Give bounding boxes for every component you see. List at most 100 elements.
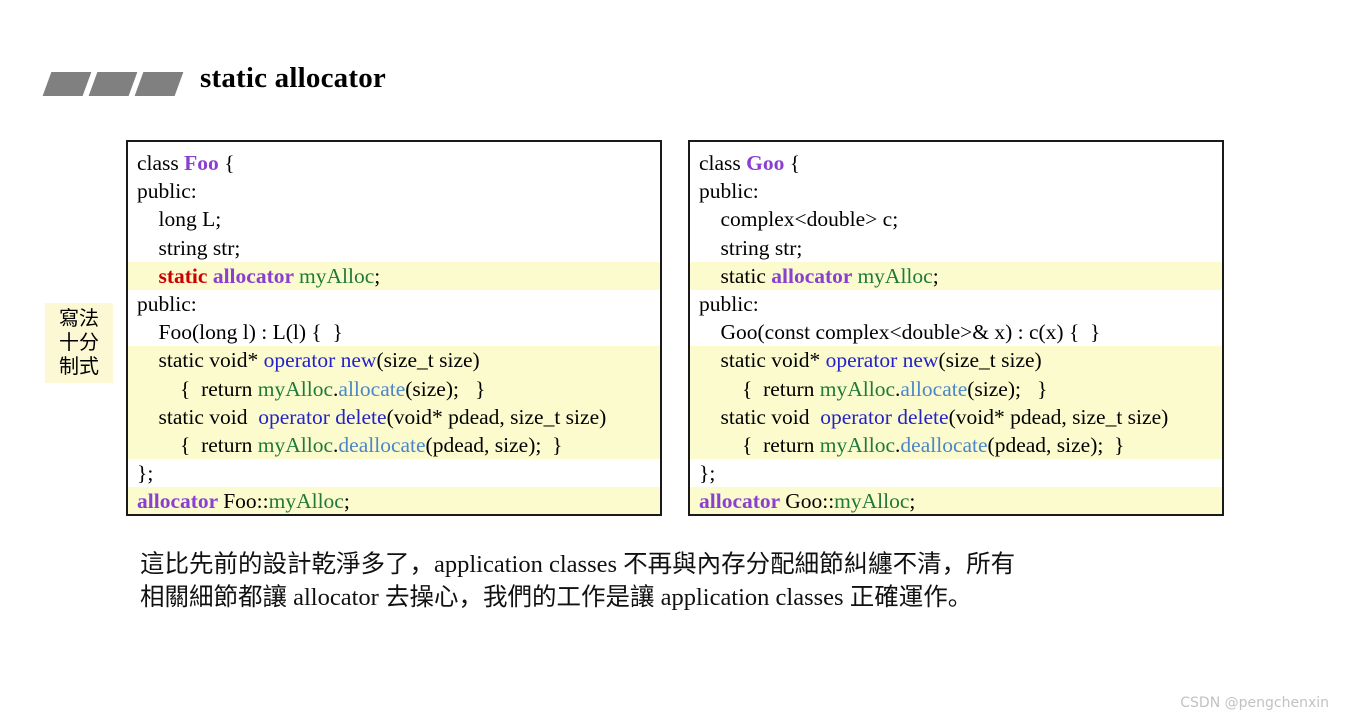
code-token: {	[218, 151, 235, 175]
code-token: allocator	[137, 489, 224, 514]
code-token: (void* pdead, size_t size)	[948, 404, 1169, 429]
caption-paragraph: 這比先前的設計乾淨多了，application classes 不再與內存分配細…	[140, 548, 1260, 614]
side-annotation-line-1: 寫法	[59, 306, 99, 330]
caption-line-1: 這比先前的設計乾淨多了，application classes 不再與內存分配細…	[140, 551, 1016, 578]
code-token: static	[720, 263, 772, 288]
code-token: { return	[180, 432, 258, 457]
code-line: class Foo {	[128, 149, 660, 177]
code-line: static allocator myAlloc;	[128, 261, 660, 290]
code-line: Foo(long l) : L(l) { }	[128, 318, 660, 346]
code-token: { return	[742, 376, 820, 401]
code-line: static void operator delete(void* pdead,…	[690, 402, 1222, 431]
caption-line-2: 相關細節都讓 allocator 去操心，我們的工作是讓 application…	[140, 584, 973, 611]
code-lines-goo: class Goo {public: complex<double> c; st…	[690, 142, 1222, 514]
code-token: deallocate	[338, 432, 426, 457]
side-annotation-box: 寫法 十分 制式	[45, 303, 113, 383]
code-token: operator delete	[820, 404, 949, 429]
code-token: static void	[720, 404, 821, 429]
watermark: CSDN @pengchenxin	[1180, 695, 1329, 711]
code-token: { return	[180, 376, 258, 401]
code-lines-foo: class Foo {public: long L; string str; s…	[128, 142, 660, 514]
page-title: static allocator	[200, 62, 386, 94]
parallelogram-mark-3	[134, 72, 184, 96]
code-token: {	[784, 151, 801, 175]
parallelogram-mark-1	[42, 72, 92, 96]
code-line: { return myAlloc.deallocate(pdead, size)…	[690, 430, 1222, 460]
code-line: public:	[690, 177, 1222, 205]
code-line: Goo(const complex<double>& x) : c(x) { }	[690, 318, 1222, 346]
code-token: };	[699, 461, 716, 486]
code-token: };	[137, 461, 154, 486]
code-token: myAlloc	[819, 376, 896, 401]
code-token: complex<double> c;	[720, 207, 899, 232]
code-token: Foo::	[223, 489, 269, 514]
code-line: { return myAlloc.allocate(size); }	[128, 374, 660, 403]
code-token: static void*	[720, 348, 826, 373]
code-token: myAlloc	[257, 376, 334, 401]
code-token: (size_t size)	[376, 348, 480, 373]
code-line: { return myAlloc.deallocate(pdead, size)…	[128, 430, 660, 460]
code-token: { return	[742, 432, 820, 457]
code-line: static void operator delete(void* pdead,…	[128, 402, 660, 431]
code-token: deallocate	[900, 432, 988, 457]
code-token: class	[699, 151, 747, 175]
code-token: static void*	[158, 348, 264, 373]
code-token: allocator	[699, 489, 786, 514]
code-token: myAlloc	[834, 489, 910, 514]
code-token: myAlloc	[257, 432, 334, 457]
code-token: public:	[137, 179, 197, 204]
code-line: };	[128, 459, 660, 487]
code-token: allocate	[900, 376, 968, 401]
code-line: public:	[128, 290, 660, 318]
code-panel-foo: class Foo {public: long L; string str; s…	[126, 140, 662, 516]
code-token: static	[158, 263, 213, 288]
code-line: static void* operator new(size_t size)	[128, 346, 660, 375]
side-annotation-line-2: 十分	[59, 330, 99, 354]
code-token: operator delete	[258, 404, 387, 429]
code-token: allocator	[771, 263, 858, 288]
code-line: { return myAlloc.allocate(size); }	[690, 374, 1222, 403]
code-token: (pdead, size); }	[425, 432, 563, 457]
code-token: allocate	[338, 376, 406, 401]
code-line: allocator Goo::myAlloc;	[690, 487, 1222, 514]
code-line: long L;	[128, 205, 660, 233]
code-token: long L;	[158, 207, 222, 232]
code-token: class	[137, 151, 185, 175]
code-line: string str;	[690, 234, 1222, 262]
code-token: (void* pdead, size_t size)	[386, 404, 607, 429]
three-parallelograms-icon	[42, 72, 184, 96]
code-token: (pdead, size); }	[987, 432, 1125, 457]
code-token: (size); }	[967, 376, 1048, 401]
code-token: myAlloc	[819, 432, 896, 457]
code-token: myAlloc	[857, 263, 933, 288]
code-line: static allocator myAlloc;	[690, 261, 1222, 290]
code-line: class Goo {	[690, 149, 1222, 177]
code-token: public:	[137, 291, 197, 316]
code-token: string str;	[720, 235, 803, 260]
code-token: operator new	[825, 348, 939, 373]
code-token: static void	[158, 404, 259, 429]
slide-header: static allocator	[0, 56, 1345, 104]
code-token: myAlloc	[299, 263, 375, 288]
code-token: allocator	[212, 263, 300, 288]
code-line: public:	[128, 177, 660, 205]
code-line: string str;	[128, 234, 660, 262]
code-line: allocator Foo::myAlloc;	[128, 487, 660, 514]
code-token: ;	[909, 489, 916, 514]
code-token: Foo(long l) : L(l) { }	[158, 320, 343, 345]
code-token: string str;	[158, 235, 241, 260]
code-token: Goo(const complex<double>& x) : c(x) { }	[720, 320, 1101, 345]
code-line: };	[690, 459, 1222, 487]
